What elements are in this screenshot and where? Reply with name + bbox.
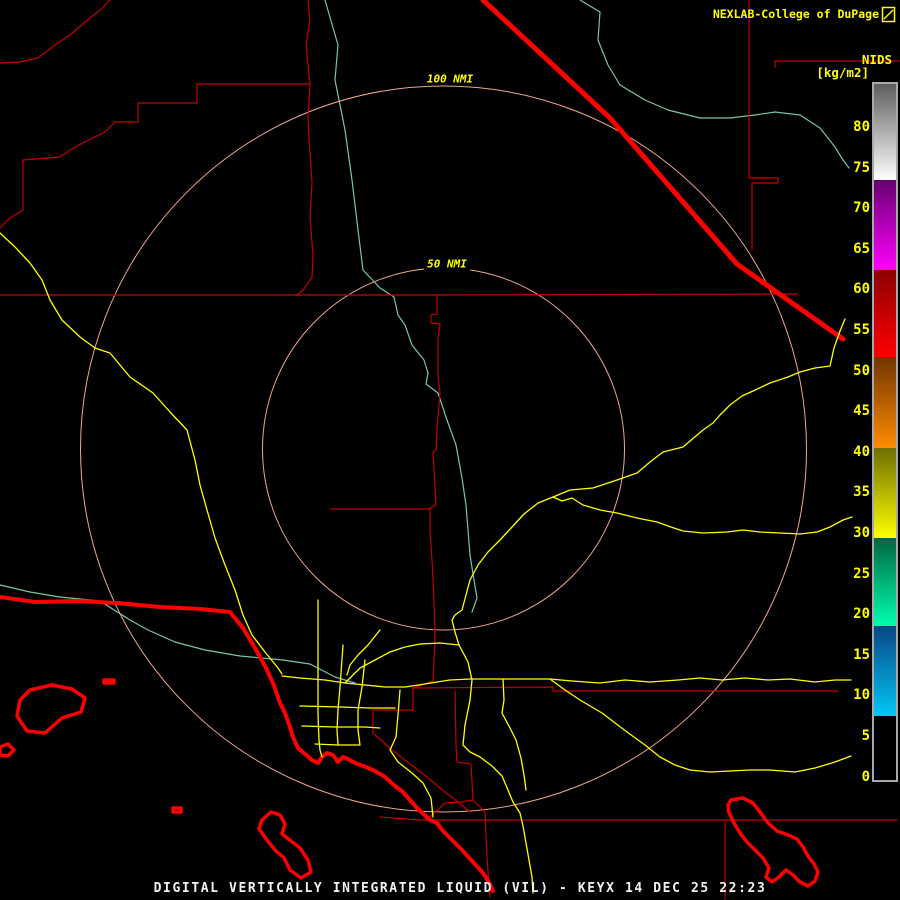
highway-line <box>282 676 851 687</box>
highway-line <box>302 726 380 728</box>
island-outline <box>259 812 311 878</box>
radar-map-svg <box>0 0 900 900</box>
colorbar-tick-label: 0 <box>862 769 870 785</box>
highway-line <box>318 600 322 757</box>
county-line <box>0 0 110 63</box>
island-outline <box>17 685 85 733</box>
highway-line <box>502 679 526 790</box>
highway-line <box>345 643 459 683</box>
river-line <box>325 0 477 612</box>
state-border-line <box>483 0 843 339</box>
colorbar-segment <box>874 180 896 270</box>
colorbar-tick-label: 15 <box>853 647 870 663</box>
range-ring <box>263 268 625 630</box>
highway-line <box>337 645 343 745</box>
colorbar-tick-label: 75 <box>853 160 870 176</box>
colorbar-tick-label: 50 <box>853 363 870 379</box>
range-ring-label: 50 NMI <box>424 258 470 271</box>
highway-line <box>300 706 395 708</box>
colorbar-tick-label: 25 <box>853 566 870 582</box>
colorbar-tick-label: 40 <box>853 444 870 460</box>
colorbar-segment <box>874 357 896 448</box>
county-line <box>0 294 797 295</box>
colorbar-tick-label: 30 <box>853 525 870 541</box>
county-line <box>0 84 310 228</box>
colorbar-segment <box>874 538 896 626</box>
cod-flag-icon <box>881 5 897 25</box>
colorbar-tick-label: 65 <box>853 241 870 257</box>
county-line <box>380 817 897 820</box>
colorbar <box>872 82 898 782</box>
island-outline <box>0 744 14 756</box>
colorbar-segment <box>874 716 896 780</box>
county-line <box>749 0 778 250</box>
product-title: DIGITAL VERTICALLY INTEGRATED LIQUID (VI… <box>154 881 767 896</box>
colorbar-tick-label: 20 <box>853 606 870 622</box>
colorbar-tick-label: 70 <box>853 200 870 216</box>
county-line <box>413 687 838 691</box>
county-line <box>430 295 440 681</box>
highway-line <box>553 319 845 497</box>
island-outline <box>173 808 181 812</box>
colorbar-tick-label: 10 <box>853 687 870 703</box>
county-line <box>373 681 433 733</box>
brand-text: NEXLAB-College of DuPage <box>713 7 879 21</box>
colorbar-tick-label: 80 <box>853 119 870 135</box>
colorbar-tick-label: 5 <box>862 728 870 744</box>
coastline <box>0 597 493 891</box>
river-line <box>580 0 849 168</box>
radar-display: 100 NMI50 NMI NEXLAB-College of DuPage N… <box>0 0 900 900</box>
colorbar-units: [kg/m2] <box>816 65 869 80</box>
range-ring-label: 100 NMI <box>424 73 476 86</box>
colorbar-segment <box>874 270 896 357</box>
highway-line <box>550 679 851 772</box>
colorbar-tick-label: 60 <box>853 281 870 297</box>
colorbar-segment <box>874 626 896 716</box>
highway-line <box>0 233 282 674</box>
range-ring <box>81 86 807 812</box>
highway-line <box>358 660 365 745</box>
colorbar-segment <box>874 84 896 180</box>
county-line <box>306 0 310 84</box>
colorbar-tick-label: 55 <box>853 322 870 338</box>
highway-line <box>459 645 533 893</box>
highway-line <box>553 497 852 534</box>
colorbar-tick-label: 45 <box>853 403 870 419</box>
colorbar-segment <box>874 448 896 538</box>
colorbar-tick-label: 35 <box>853 484 870 500</box>
island-outline <box>104 680 114 683</box>
island-outline <box>728 798 818 886</box>
